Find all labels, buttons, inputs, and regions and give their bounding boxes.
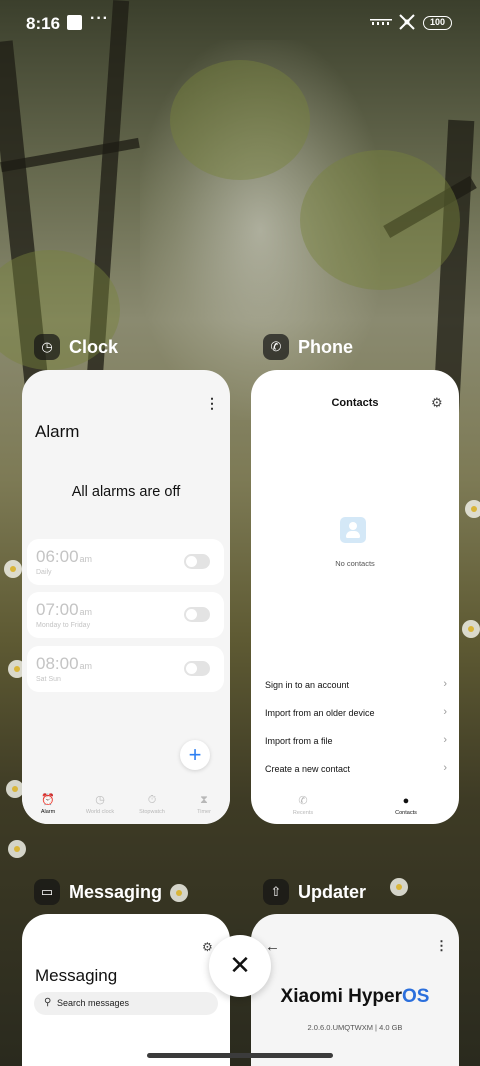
search-icon: ⚲ xyxy=(44,997,52,1008)
chevron-right-icon: › xyxy=(443,734,447,746)
contact-placeholder-icon xyxy=(340,517,366,543)
alarm-toggle[interactable] xyxy=(184,607,210,622)
clock-icon: ◷ xyxy=(34,334,60,360)
tab-recents[interactable]: ✆ Recents xyxy=(277,795,329,816)
version-label: 2.0.6.0.UMQTWXM | 4.0 GB xyxy=(307,1023,403,1032)
page-title: Contacts xyxy=(331,397,379,409)
clock-app-header[interactable]: ◷ Clock xyxy=(34,334,214,364)
alarm-toggle[interactable] xyxy=(184,661,210,676)
stopwatch-icon: ⏱ xyxy=(147,794,157,806)
empty-state-label: No contacts xyxy=(335,559,375,568)
alarm-icon: ⏰ xyxy=(41,794,55,806)
alarm-row[interactable]: 06:00am Daily xyxy=(27,539,224,585)
no-signal-icon xyxy=(397,12,417,37)
person-icon: ● xyxy=(402,795,410,807)
app-name: Clock xyxy=(69,337,119,357)
option-label: Import from a file xyxy=(265,736,333,746)
brand-title: Xiaomi HyperOS xyxy=(280,986,430,1007)
messaging-app-header[interactable]: ▭ Messaging xyxy=(34,879,214,909)
close-icon: ✕ xyxy=(229,950,251,980)
option-label: Sign in to an account xyxy=(265,680,350,690)
search-input[interactable]: ⚲ Search messages xyxy=(34,992,218,1015)
nav-label: World clock xyxy=(85,809,115,815)
tab-stopwatch[interactable]: ⏱ Stopwatch xyxy=(126,794,178,815)
option-label: Create a new contact xyxy=(265,764,351,774)
updater-recent-card[interactable]: ← ⋮ Xiaomi HyperOS 2.0.6.0.UMQTWXM | 4.0… xyxy=(251,914,459,1066)
add-alarm-button[interactable]: + xyxy=(180,740,210,770)
world-clock-icon: ◷ xyxy=(95,794,105,806)
alarms-status: All alarms are off xyxy=(71,484,181,500)
alarm-repeat: Monday to Friday xyxy=(36,622,91,629)
updater-icon: ⇧ xyxy=(263,879,289,905)
page-title: Messaging xyxy=(35,966,118,985)
more-options-icon[interactable]: ⋮ xyxy=(435,938,448,954)
more-options-icon[interactable]: ⋮ xyxy=(205,395,219,412)
option-create-contact[interactable]: Create a new contact › xyxy=(265,760,447,780)
updater-app-header[interactable]: ⇧ Updater xyxy=(263,879,443,909)
status-time: 8:16 xyxy=(26,14,61,33)
option-import-file[interactable]: Import from a file › xyxy=(265,732,447,752)
nav-label: Alarm xyxy=(40,809,56,815)
signal-icon xyxy=(370,17,392,30)
settings-gear-icon[interactable]: ⚙ xyxy=(431,395,443,411)
alarm-repeat: Daily xyxy=(36,569,52,576)
alarm-row[interactable]: 07:00am Monday to Friday xyxy=(27,592,224,638)
nav-label: Stopwatch xyxy=(139,809,165,815)
more-notifications-icon: ··· xyxy=(90,10,109,27)
search-placeholder: Search messages xyxy=(57,998,130,1008)
timer-icon: ⧗ xyxy=(200,794,208,806)
alarm-row[interactable]: 08:00am Sat Sun xyxy=(27,646,224,692)
clock-bottom-nav: ⏰ Alarm ◷ World clock ⏱ Stopwatch ⧗ Time… xyxy=(22,790,230,824)
notification-square-icon xyxy=(67,15,82,30)
alarm-toggle[interactable] xyxy=(184,554,210,569)
phone-recent-card[interactable]: Contacts ⚙ No contacts Sign in to an acc… xyxy=(251,370,459,824)
phone-icon: ✆ xyxy=(263,334,289,360)
tab-contacts[interactable]: ● Contacts xyxy=(380,795,432,816)
alarm-repeat: Sat Sun xyxy=(36,676,61,683)
nav-label: Timer xyxy=(197,809,211,815)
chevron-right-icon: › xyxy=(443,762,447,774)
chevron-right-icon: › xyxy=(443,678,447,690)
alarm-time: 07:00am xyxy=(36,600,93,619)
nav-label: Recents xyxy=(292,810,314,816)
status-bar: 8:16 ··· 100 xyxy=(0,0,480,48)
clear-all-button[interactable]: ✕ xyxy=(209,935,271,997)
nav-label: Contacts xyxy=(395,810,417,816)
messaging-icon: ▭ xyxy=(34,879,60,905)
phone-bottom-nav: ✆ Recents ● Contacts xyxy=(251,791,459,824)
tab-world-clock[interactable]: ◷ World clock xyxy=(74,794,126,815)
alarm-time: 08:00am xyxy=(36,654,93,673)
messaging-recent-card[interactable]: ⚙ Messaging ⚲ Search messages xyxy=(22,914,230,1066)
clock-recent-card[interactable]: ⋮ Alarm All alarms are off 06:00am Daily… xyxy=(22,370,230,824)
app-name: Messaging xyxy=(69,882,163,902)
app-name: Phone xyxy=(298,337,354,357)
app-name: Updater xyxy=(298,882,367,902)
tab-timer[interactable]: ⧗ Timer xyxy=(178,794,230,815)
tab-alarm[interactable]: ⏰ Alarm xyxy=(22,794,74,815)
phone-app-header[interactable]: ✆ Phone xyxy=(263,334,443,364)
phone-icon: ✆ xyxy=(298,795,308,807)
chevron-right-icon: › xyxy=(443,706,447,718)
home-indicator[interactable] xyxy=(147,1053,333,1058)
page-title: Alarm xyxy=(35,422,80,441)
battery-icon: 100 xyxy=(423,16,452,30)
option-import-older-device[interactable]: Import from an older device › xyxy=(265,704,447,724)
alarm-time: 06:00am xyxy=(36,547,93,566)
option-sign-in[interactable]: Sign in to an account › xyxy=(265,676,447,696)
option-label: Import from an older device xyxy=(265,708,375,718)
